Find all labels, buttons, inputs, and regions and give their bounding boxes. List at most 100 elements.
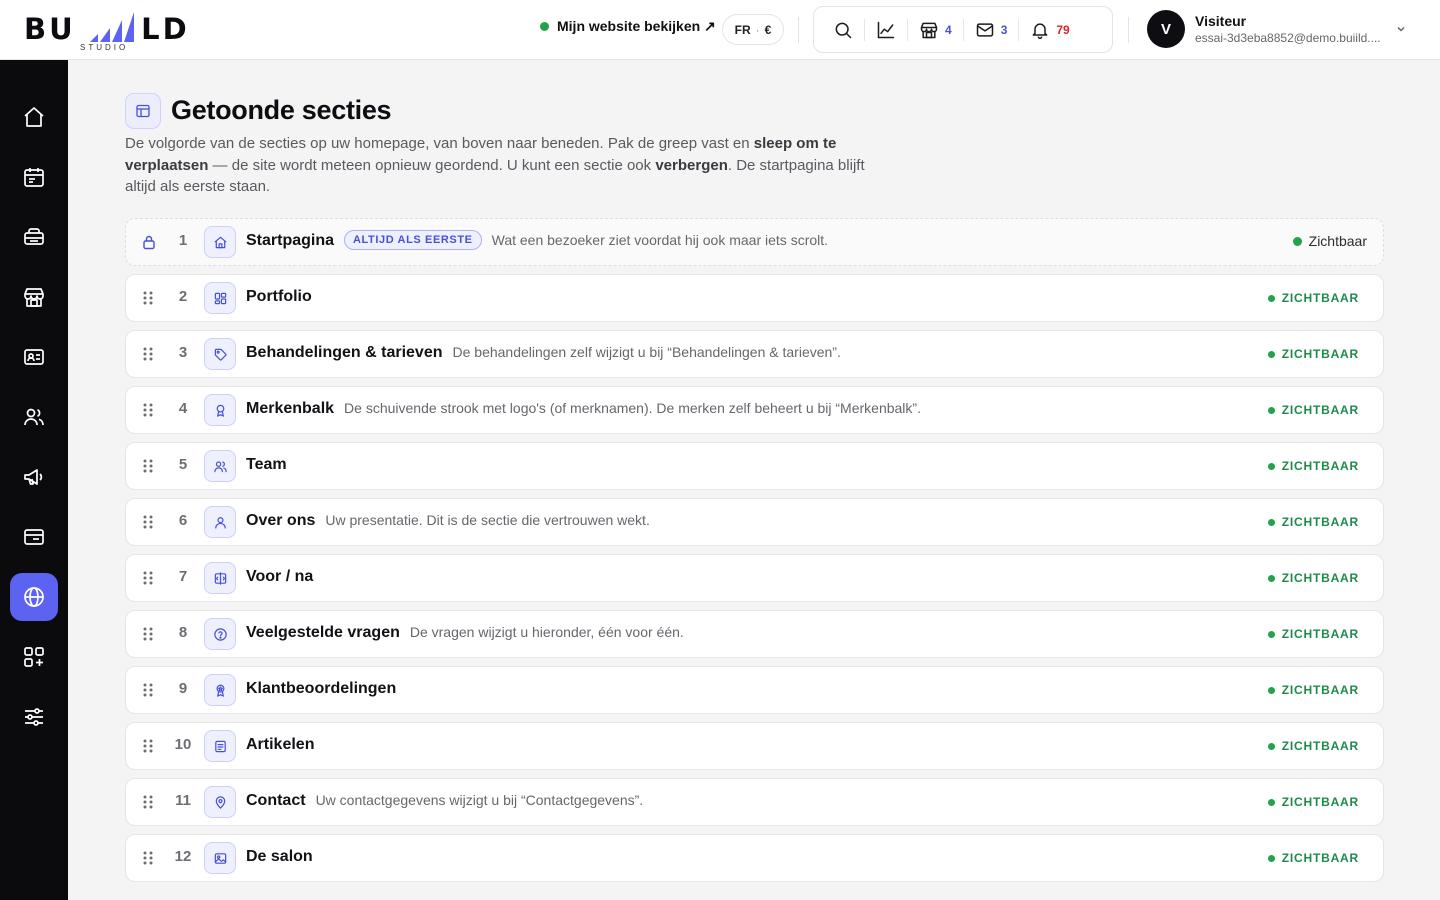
visibility-toggle[interactable]: ZICHTBAAR (1267, 851, 1359, 865)
tag-icon (204, 338, 236, 370)
section-row[interactable]: 3 Behandelingen & tarieven De behandelinge… (125, 330, 1384, 378)
visibility-toggle[interactable]: ZICHTBAAR (1267, 627, 1359, 641)
section-number: 7 (178, 568, 188, 585)
drag-handle-icon[interactable] (141, 626, 155, 642)
sliders-icon (25, 708, 43, 726)
sidebar-item-agenda[interactable] (10, 153, 58, 201)
sidebar-item-inbox[interactable] (10, 213, 58, 261)
sidebar-item-apps[interactable] (10, 633, 58, 681)
section-number: 1 (178, 232, 188, 249)
section-number: 11 (175, 792, 191, 809)
section-row[interactable]: 10 Artikelen ZICHTBAAR (125, 722, 1384, 770)
status-label: ZICHTBAAR (1281, 739, 1359, 753)
view-website-link[interactable]: Mijn website bekijken ↗ (540, 18, 716, 35)
sidebar-item-home[interactable] (10, 93, 58, 141)
question-icon (204, 618, 236, 650)
compare-icon (204, 562, 236, 594)
page-title: Getoonde secties (171, 95, 392, 125)
visibility-toggle[interactable]: ZICHTBAAR (1267, 347, 1359, 361)
section-name: Behandelingen & tarieven (246, 344, 443, 361)
sidebar-item-marketing[interactable] (10, 453, 58, 501)
sidebar-item-settings[interactable] (10, 693, 58, 741)
visibility-toggle[interactable]: ZICHTBAAR (1267, 403, 1359, 417)
visibility-toggle[interactable]: ZICHTBAAR (1267, 291, 1359, 305)
status-dot (1267, 518, 1275, 526)
section-name: Team (246, 456, 287, 473)
sidebar-item-team[interactable] (10, 393, 58, 441)
user-name: Visiteur (1195, 12, 1247, 29)
section-row[interactable]: 8 Veelgestelde vragen De vragen wijzigt u … (125, 610, 1384, 658)
locale-selector[interactable]: FR · € (722, 14, 784, 45)
drag-handle-icon[interactable] (141, 402, 155, 418)
user-menu[interactable]: V Visiteur essai-3d3eba8852@demo.buiild.… (1147, 10, 1381, 48)
drag-handle-icon[interactable] (141, 682, 155, 698)
section-number: 12 (174, 848, 192, 865)
bell-icon (1032, 22, 1048, 39)
visibility-toggle[interactable]: ZICHTBAAR (1267, 739, 1359, 753)
section-description: De schuivende strook met logo's (of merk… (344, 400, 921, 416)
section-name: Startpagina (246, 232, 335, 249)
section-description: De behandelingen zelf wijzigt u bij “Beh… (452, 344, 841, 360)
drag-handle-icon[interactable] (141, 794, 155, 810)
visibility-toggle[interactable]: ZICHTBAAR (1267, 459, 1359, 473)
sidebar-item-store[interactable] (10, 273, 58, 321)
calendar-icon (24, 168, 44, 187)
notifications-count: 79 (1056, 22, 1070, 37)
section-row[interactable]: 12 De salon ZICHTBAAR (125, 834, 1384, 882)
chevron-down-icon[interactable] (1395, 23, 1407, 35)
section-row[interactable]: 2 Portfolio ZICHTBAAR (125, 274, 1384, 322)
visibility-toggle[interactable]: ZICHTBAAR (1267, 683, 1359, 697)
drag-handle-icon[interactable] (141, 290, 155, 306)
status-label: ZICHTBAAR (1281, 459, 1359, 473)
sidebar-item-website[interactable] (10, 573, 58, 621)
status-label: ZICHTBAAR (1281, 851, 1359, 865)
drag-handle-icon[interactable] (141, 346, 155, 362)
section-row[interactable]: 11 Contact Uw contactgegevens wijzigt u bi… (125, 778, 1384, 826)
section-row[interactable]: 5 Team ZICHTBAAR (125, 442, 1384, 490)
messages-button[interactable]: 3 (964, 7, 1019, 52)
status-dot (1267, 742, 1275, 750)
visibility-toggle[interactable]: ZICHTBAAR (1267, 515, 1359, 529)
drag-handle-icon[interactable] (141, 570, 155, 586)
sidebar-item-clients[interactable] (10, 333, 58, 381)
visibility-toggle[interactable]: ZICHTBAAR (1267, 795, 1359, 809)
intro-emphasis: verbergen (655, 156, 728, 174)
mail-icon (976, 22, 993, 37)
search-button[interactable] (822, 7, 864, 52)
section-row[interactable]: 4 Merkenbalk De schuivende strook met logo… (125, 386, 1384, 434)
section-number: 2 (178, 288, 188, 305)
status-label: ZICHTBAAR (1281, 347, 1359, 361)
user-icon (204, 506, 236, 538)
user-email: essai-3d3eba8852@demo.buiild.... (1195, 30, 1381, 45)
status-label: ZICHTBAAR (1281, 627, 1359, 641)
status-dot (1267, 854, 1275, 862)
analytics-button[interactable] (865, 7, 907, 52)
section-number: 10 (174, 736, 192, 753)
home-icon (204, 226, 236, 258)
megaphone-icon (24, 469, 43, 485)
layout-icon (125, 93, 161, 129)
image-icon (204, 842, 236, 874)
id-card-icon (24, 349, 44, 365)
status-dot (1267, 462, 1275, 470)
sidebar (0, 60, 68, 900)
section-row[interactable]: 6 Over ons Uw presentatie. Dit is de secti… (125, 498, 1384, 546)
visibility-toggle[interactable]: ZICHTBAAR (1267, 571, 1359, 585)
status-label: ZICHTBAAR (1281, 571, 1359, 585)
status-label: ZICHTBAAR (1281, 683, 1359, 697)
section-row[interactable]: 7 Voor / na ZICHTBAAR (125, 554, 1384, 602)
always-first-badge: ALTIJD ALS EERSTE (344, 230, 482, 250)
section-name: Veelgestelde vragen (246, 624, 400, 641)
sidebar-item-payments[interactable] (10, 513, 58, 561)
drag-handle-icon[interactable] (141, 850, 155, 866)
drag-handle-icon[interactable] (141, 738, 155, 754)
main-content: Getoonde secties De volgorde van de sect… (68, 60, 1440, 900)
messages-count: 3 (1000, 22, 1008, 37)
inbox-icon (24, 228, 44, 245)
store-button[interactable]: 4 (908, 7, 963, 52)
section-row[interactable]: 9 Klantbeoordelingen ZICHTBAAR (125, 666, 1384, 714)
drag-handle-icon[interactable] (141, 514, 155, 530)
drag-handle-icon[interactable] (141, 458, 155, 474)
brand-logo[interactable]: BU LD STUDIO (24, 8, 187, 54)
notifications-button[interactable]: 79 (1019, 7, 1080, 52)
